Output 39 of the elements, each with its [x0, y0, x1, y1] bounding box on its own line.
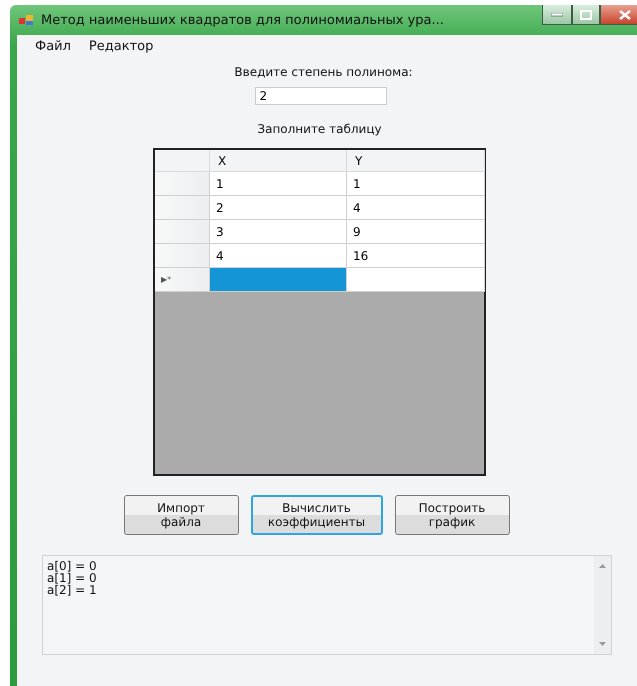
table-cell[interactable]: 4: [210, 244, 347, 268]
close-button[interactable]: [600, 5, 637, 25]
degree-field[interactable]: 2: [254, 87, 386, 105]
table-label: Заполните таблицу: [257, 122, 382, 136]
degree-label: Введите степень полинома:: [234, 65, 413, 79]
row-header[interactable]: [155, 172, 210, 196]
maximize-icon: [580, 10, 592, 20]
column-header[interactable]: X: [210, 150, 347, 172]
app-icon: [19, 14, 33, 26]
table-cell[interactable]: [210, 268, 347, 292]
action-button[interactable]: Построить график: [394, 495, 510, 535]
row-header[interactable]: ▶*: [155, 268, 210, 292]
table-cell[interactable]: 1: [347, 172, 485, 196]
table-cell[interactable]: 2: [210, 196, 347, 220]
scrollbar[interactable]: [594, 556, 611, 654]
row-header[interactable]: [155, 220, 210, 244]
table-cell[interactable]: 16: [347, 244, 485, 268]
minimize-icon: [551, 12, 563, 16]
output-box[interactable]: a[0] = 0 a[1] = 0 a[2] = 1: [42, 555, 612, 655]
maximize-button[interactable]: [572, 5, 600, 25]
close-icon: [618, 10, 632, 20]
column-header[interactable]: Y: [347, 150, 485, 172]
table-cell[interactable]: 3: [210, 220, 347, 244]
action-button[interactable]: Вычислить коэффициенты: [250, 495, 382, 535]
output-line: a[0] = 0: [47, 560, 98, 572]
minimize-button[interactable]: [542, 5, 572, 25]
output-line: a[2] = 1: [47, 584, 98, 596]
action-button[interactable]: Импорт файла: [124, 495, 238, 535]
table-cell[interactable]: [347, 268, 485, 292]
row-header[interactable]: [155, 244, 210, 268]
table-cell[interactable]: 9: [347, 220, 485, 244]
output-line: a[1] = 0: [47, 572, 98, 584]
corner-header: [155, 150, 210, 172]
window-title: Метод наименьших квадратов для полиномиальных ура...: [41, 12, 444, 28]
table-cell[interactable]: 4: [347, 196, 485, 220]
menu-item[interactable]: Файл: [29, 39, 77, 55]
table-cell[interactable]: 1: [210, 172, 347, 196]
menu-item[interactable]: Редактор: [82, 39, 160, 55]
row-header[interactable]: [155, 196, 210, 220]
